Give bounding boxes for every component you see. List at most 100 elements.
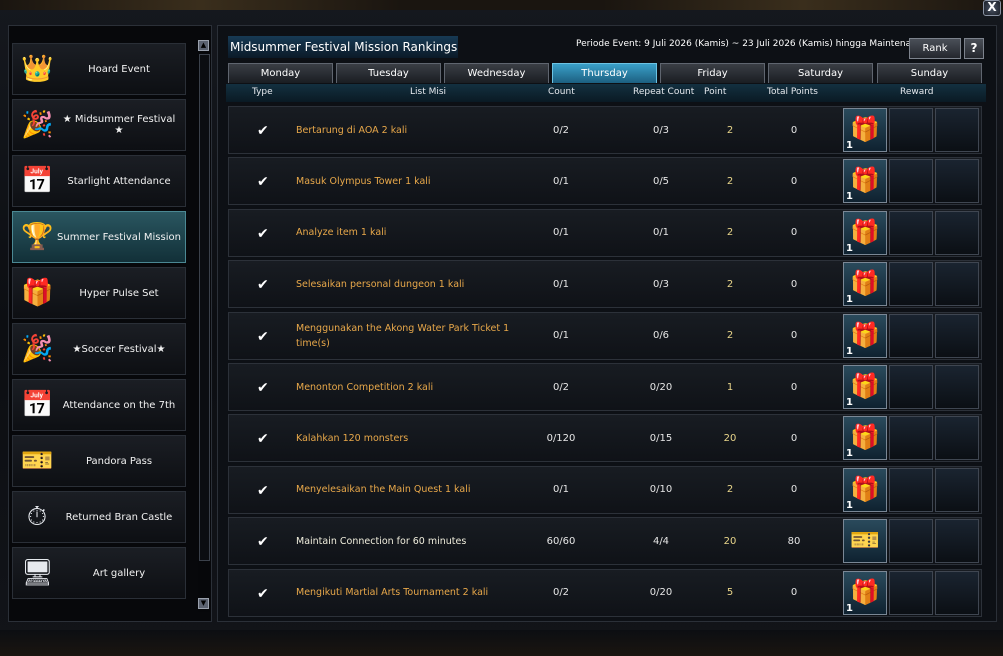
close-button[interactable]: X (983, 0, 1001, 16)
mission-repeat-count: 0/20 (649, 381, 673, 393)
event-period: Periode Event: 9 Juli 2026 (Kamis) ~ 23 … (576, 39, 931, 49)
reward-slot[interactable]: 🎁 1 (843, 262, 887, 307)
scroll-down-arrow-icon[interactable]: ▼ (198, 598, 209, 609)
mission-repeat-count: 0/6 (652, 330, 670, 342)
mission-total-points: 0 (790, 124, 798, 136)
reward-slot[interactable]: 🎁 1 (843, 365, 887, 409)
tab-day[interactable]: Saturday (768, 63, 873, 83)
reward-slot[interactable]: 🎁 1 (843, 467, 887, 512)
empty-reward-slot (889, 262, 933, 307)
mission-total-points: 0 (790, 587, 798, 599)
mission-point: 2 (726, 175, 734, 187)
reward-count: 1 (846, 345, 853, 357)
empty-reward-slot (935, 313, 979, 358)
empty-reward-slot (935, 365, 979, 409)
check-icon: ✔ (257, 585, 269, 602)
mission-repeat-count: 0/1 (652, 227, 670, 239)
mission-row: ✔ Masuk Olympus Tower 1 kali 0/1 0/5 2 0 🎁 1 (228, 157, 982, 206)
scroll-track[interactable] (199, 54, 210, 561)
reward-slot[interactable]: 🎁 1 (843, 570, 887, 615)
mission-row: ✔ Menonton Competition 2 kali 0/2 0/20 1 0 🎁 1 (228, 363, 982, 411)
check-icon: ✔ (257, 482, 269, 499)
gift-box-icon: 🎁 (21, 278, 54, 308)
mission-repeat-count: 0/5 (652, 175, 670, 187)
sidebar-item[interactable]: 🖥 Art gallery (12, 547, 186, 599)
tab-day[interactable]: Wednesday (444, 63, 549, 83)
tab-day[interactable]: Tuesday (336, 63, 441, 83)
reward-count: 1 (846, 242, 853, 254)
empty-reward-slot (935, 416, 979, 461)
sidebar-item[interactable]: 🏆 Summer Festival Mission (12, 211, 186, 263)
mission-row: ✔ Menggunakan the Akong Water Park Ticket… (228, 311, 982, 360)
mission-name: Masuk Olympus Tower 1 kali (296, 175, 431, 187)
mission-name: Bertarung di AOA 2 kali (296, 124, 408, 136)
reward-count: 1 (846, 602, 853, 614)
reward-slot[interactable]: 🎁 1 (843, 159, 887, 204)
sidebar-item[interactable]: 🎫 Pandora Pass (12, 435, 186, 487)
tab-day[interactable]: Friday (660, 63, 765, 83)
mission-name: Menonton Competition 2 kali (296, 381, 434, 393)
mission-count: 0/1 (552, 484, 570, 496)
sidebar-item[interactable]: ⏱ Returned Bran Castle (12, 491, 186, 543)
tab-day[interactable]: Sunday (877, 63, 982, 83)
empty-reward-slot (889, 519, 933, 564)
mission-repeat-count: 0/10 (649, 484, 673, 496)
check-icon: ✔ (257, 534, 269, 551)
sidebar-item-label: Hyper Pulse Set (79, 287, 159, 299)
reward-count: 1 (846, 191, 853, 203)
mission-row: ✔ Kalahkan 120 monsters 0/120 0/15 20 0 🎁 1 (228, 414, 982, 463)
check-icon: ✔ (257, 225, 269, 242)
mission-row: ✔ Analyze item 1 kali 0/1 0/1 2 0 🎁 1 (228, 208, 982, 257)
check-icon: ✔ (257, 328, 269, 345)
mission-total-points: 0 (790, 330, 798, 342)
pc-monitor-icon: 🖥 (21, 558, 55, 588)
sidebar-item[interactable]: 📅 Attendance on the 7th (12, 379, 186, 431)
event-sidebar: ▲ ▼ 👑 Hoard Event 🎉 ★ Midsummer Festival ★ 📅… (8, 25, 212, 622)
sidebar-item[interactable]: 🎉 ★ Midsummer Festival ★ (12, 99, 186, 151)
sidebar-scrollbar[interactable]: ▲ ▼ (198, 40, 210, 612)
mission-row: ✔ Bertarung di AOA 2 kali 0/2 0/3 2 0 🎁 1 (228, 106, 982, 154)
gift-box-icon: 🎁 (850, 577, 880, 606)
sidebar-item-label: Returned Bran Castle (65, 511, 173, 523)
reward-count: 1 (846, 448, 853, 460)
treasure-chest-icon: 👑 (21, 54, 54, 84)
mission-name: Analyze item 1 kali (296, 227, 387, 239)
help-button[interactable]: ? (964, 38, 984, 59)
reward-slot[interactable]: 🎁 1 (843, 313, 887, 358)
mission-name: Menggunakan the Akong Water Park Ticket … (296, 322, 510, 349)
scroll-up-arrow-icon[interactable]: ▲ (198, 40, 209, 51)
sidebar-item-label: Hoard Event (88, 63, 150, 75)
reward-slot[interactable]: 🎁 1 (843, 108, 887, 152)
empty-reward-slot (935, 210, 979, 255)
mission-row: ✔ Maintain Connection for 60 minutes 60/60… (228, 517, 982, 566)
party-popper-icon: 🎉 (21, 110, 54, 140)
mission-total-points: 0 (790, 278, 798, 290)
sidebar-item[interactable]: 🎁 Hyper Pulse Set (12, 267, 186, 319)
mission-count: 0/1 (552, 278, 570, 290)
mission-name: Maintain Connection for 60 minutes (296, 535, 467, 547)
mission-count: 0/1 (552, 175, 570, 187)
mission-count: 0/2 (552, 381, 570, 393)
trophy-icon: 🏆 (21, 222, 54, 252)
sidebar-item-label: Summer Festival Mission (57, 231, 181, 243)
check-icon: ✔ (257, 123, 269, 139)
mission-count: 60/60 (546, 535, 576, 547)
tab-day[interactable]: Monday (228, 63, 333, 83)
tab-day[interactable]: Thursday (552, 63, 657, 83)
col-count: Count (548, 87, 575, 97)
reward-slot[interactable]: 🎫 (843, 519, 887, 564)
reward-slot[interactable]: 🎁 1 (843, 210, 887, 255)
sidebar-item[interactable]: 🎉 ★Soccer Festival★ (12, 323, 186, 375)
sidebar-item[interactable]: 📅 Starlight Attendance (12, 155, 186, 207)
reward-slot[interactable]: 🎁 1 (843, 416, 887, 461)
sidebar-item[interactable]: 👑 Hoard Event (12, 43, 186, 95)
calendar-icon: 📅 (21, 166, 54, 196)
rank-button[interactable]: Rank (909, 38, 961, 59)
top-ornament (0, 0, 1003, 10)
calendar-icon: 📅 (21, 390, 54, 420)
mission-total-points: 0 (790, 484, 798, 496)
empty-reward-slot (935, 108, 979, 152)
check-icon: ✔ (257, 431, 269, 448)
empty-reward-slot (935, 262, 979, 307)
gift-box-icon: 🎁 (850, 115, 880, 143)
